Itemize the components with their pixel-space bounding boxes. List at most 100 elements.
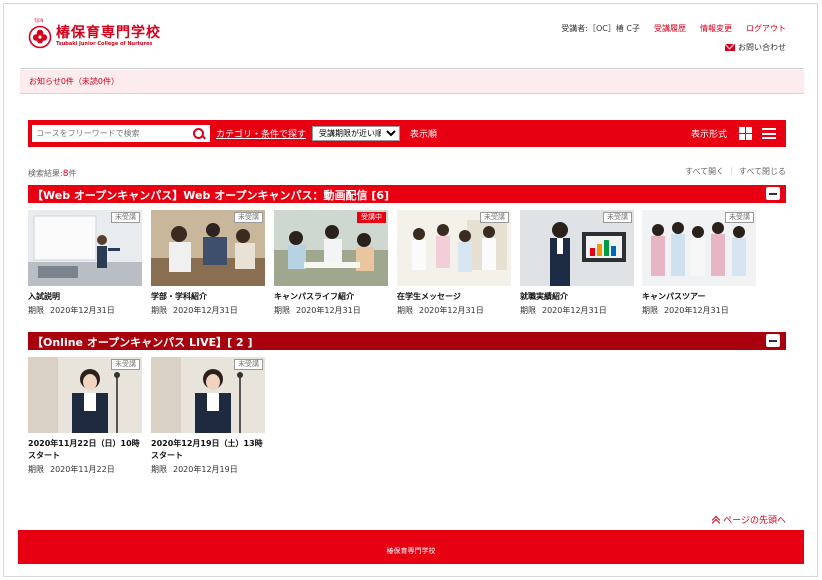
footer: 椿保育専門学校 bbox=[18, 530, 804, 564]
course-thumbnail[interactable]: 未受講 bbox=[28, 357, 142, 433]
course-thumbnail[interactable]: 未受講 bbox=[151, 357, 265, 433]
course-thumbnail[interactable]: 未受講 bbox=[397, 210, 511, 286]
user-label: 受講者:［OC］椿 C子 bbox=[561, 24, 640, 33]
course-card[interactable]: 未受講 2020年11月22日（日）10時スタート 期限 2020年11月22日 bbox=[28, 357, 142, 475]
due-label: 期限 bbox=[151, 306, 167, 315]
footer-text: 椿保育専門学校 bbox=[386, 547, 436, 555]
course-due: 期限 2020年12月31日 bbox=[28, 305, 142, 316]
contact-link[interactable]: お問い合わせ bbox=[725, 42, 786, 53]
course-title[interactable]: 入試説明 bbox=[28, 291, 142, 303]
course-card[interactable]: 未受講 入試説明 期限 2020年12月31日 bbox=[28, 210, 142, 316]
notice-bar[interactable]: お知らせ0件（未読0件） bbox=[20, 70, 804, 94]
logo-name-jp: 椿保育専門学校 bbox=[56, 25, 161, 41]
double-chevron-up-icon bbox=[712, 516, 720, 524]
course-due: 期限 2020年12月31日 bbox=[397, 305, 511, 316]
collapse-icon[interactable] bbox=[766, 187, 780, 200]
course-thumbnail[interactable]: 未受講 bbox=[151, 210, 265, 286]
mail-icon bbox=[725, 44, 735, 51]
status-badge: 未受講 bbox=[480, 212, 509, 223]
status-badge: 未受講 bbox=[111, 212, 140, 223]
status-badge: 未受講 bbox=[234, 359, 263, 370]
results-prefix: 検索結果: bbox=[28, 169, 63, 178]
due-date: 2020年12月31日 bbox=[664, 306, 729, 315]
category-search-link[interactable]: カテゴリ・条件で探す bbox=[216, 127, 306, 140]
course-thumbnail[interactable]: 未受講 bbox=[642, 210, 756, 286]
view-mode-label: 表示形式 bbox=[690, 130, 727, 140]
course-card[interactable]: 未受講 就職実績紹介 期限 2020年12月31日 bbox=[520, 210, 634, 316]
due-label: 期限 bbox=[397, 306, 413, 315]
due-date: 2020年11月22日 bbox=[50, 465, 115, 474]
search-box bbox=[32, 125, 210, 142]
collapse-all-link[interactable]: すべて閉じる bbox=[739, 166, 786, 177]
due-label: 期限 bbox=[274, 306, 290, 315]
list-view-icon[interactable] bbox=[762, 128, 776, 139]
due-date: 2020年12月31日 bbox=[173, 306, 238, 315]
header-divider bbox=[20, 68, 804, 69]
contact-label: お問い合わせ bbox=[738, 43, 786, 52]
search-input[interactable] bbox=[36, 129, 192, 138]
status-badge: 未受講 bbox=[725, 212, 754, 223]
category-title: 【Web オープンキャンパス】Web オープンキャンパス：動画配信 [6] bbox=[32, 189, 390, 202]
collapse-icon[interactable] bbox=[766, 334, 780, 347]
header: TJCN 椿保育専門学校 Tsubaki Junior College of N… bbox=[20, 15, 786, 67]
status-badge: 未受講 bbox=[111, 359, 140, 370]
category-header[interactable]: 【Web オープンキャンパス】Web オープンキャンパス：動画配信 [6] bbox=[28, 185, 786, 203]
course-due: 期限 2020年12月19日 bbox=[151, 464, 265, 475]
due-date: 2020年12月31日 bbox=[419, 306, 484, 315]
course-title[interactable]: キャンパスライフ紹介 bbox=[274, 291, 388, 303]
results-suffix: 件 bbox=[68, 169, 77, 178]
due-label: 期限 bbox=[520, 306, 536, 315]
due-date: 2020年12月31日 bbox=[50, 306, 115, 315]
course-title[interactable]: 就職実績紹介 bbox=[520, 291, 634, 303]
due-label: 期限 bbox=[642, 306, 658, 315]
course-title[interactable]: キャンパスツアー bbox=[642, 291, 756, 303]
search-bar: カテゴリ・条件で探す 受講期限が近い順 表示順 表示形式 bbox=[28, 120, 786, 147]
school-logo[interactable]: TJCN 椿保育専門学校 Tsubaki Junior College of N… bbox=[28, 18, 161, 49]
course-thumbnail[interactable]: 未受講 bbox=[520, 210, 634, 286]
course-due: 期限 2020年12月31日 bbox=[642, 305, 756, 316]
due-date: 2020年12月31日 bbox=[542, 306, 607, 315]
sort-select[interactable]: 受講期限が近い順 bbox=[312, 126, 401, 141]
profile-edit-link[interactable]: 情報変更 bbox=[700, 23, 732, 34]
expand-all-link[interactable]: すべて開く bbox=[685, 166, 724, 177]
course-thumbnail[interactable]: 未受講 bbox=[28, 210, 142, 286]
search-results-count: 検索結果:8件 bbox=[28, 168, 76, 179]
expand-controls: すべて開く | すべて閉じる bbox=[685, 166, 786, 177]
category-header[interactable]: 【Online オープンキャンパス LIVE】[ 2 ] bbox=[28, 332, 786, 350]
user-nav: 受講者:［OC］椿 C子 受講履歴 情報変更 ログアウト bbox=[561, 23, 786, 34]
course-due: 期限 2020年11月22日 bbox=[28, 464, 142, 475]
logo-tiny-text: TJCN bbox=[34, 18, 44, 23]
due-label: 期限 bbox=[151, 465, 167, 474]
page-top-link[interactable]: ページの先頭へ bbox=[712, 513, 786, 526]
status-badge: 未受講 bbox=[603, 212, 632, 223]
course-card[interactable]: 未受講 学部・学科紹介 期限 2020年12月31日 bbox=[151, 210, 265, 316]
logout-link[interactable]: ログアウト bbox=[746, 23, 786, 34]
course-card[interactable]: 未受講 キャンパスツアー 期限 2020年12月31日 bbox=[642, 210, 756, 316]
course-title[interactable]: 2020年12月19日（土）13時スタート bbox=[151, 438, 265, 462]
course-card[interactable]: 未受講 在学生メッセージ 期限 2020年12月31日 bbox=[397, 210, 511, 316]
course-due: 期限 2020年12月31日 bbox=[151, 305, 265, 316]
course-due: 期限 2020年12月31日 bbox=[274, 305, 388, 316]
status-badge: 受講中 bbox=[357, 212, 386, 223]
history-link[interactable]: 受講履歴 bbox=[654, 23, 686, 34]
category-title: 【Online オープンキャンパス LIVE】[ 2 ] bbox=[32, 336, 253, 349]
course-thumbnail[interactable]: 受講中 bbox=[274, 210, 388, 286]
course-title[interactable]: 在学生メッセージ bbox=[397, 291, 511, 303]
course-card[interactable]: 受講中 キャンパスライフ紹介 期限 2020年12月31日 bbox=[274, 210, 388, 316]
logo-name-en: Tsubaki Junior College of Nurtures bbox=[56, 41, 153, 47]
due-date: 2020年12月19日 bbox=[173, 465, 238, 474]
due-label: 期限 bbox=[28, 465, 44, 474]
camellia-logo-icon bbox=[28, 25, 52, 49]
course-due: 期限 2020年12月31日 bbox=[520, 305, 634, 316]
course-title[interactable]: 2020年11月22日（日）10時スタート bbox=[28, 438, 142, 462]
status-badge: 未受講 bbox=[234, 212, 263, 223]
due-label: 期限 bbox=[28, 306, 44, 315]
course-card[interactable]: 未受講 2020年12月19日（土）13時スタート 期限 2020年12月19日 bbox=[151, 357, 265, 475]
course-title[interactable]: 学部・学科紹介 bbox=[151, 291, 265, 303]
sort-label: 表示順 bbox=[410, 130, 438, 140]
page-top-label: ページの先頭へ bbox=[723, 516, 786, 526]
grid-view-icon[interactable] bbox=[739, 127, 752, 140]
expand-separator: | bbox=[730, 166, 733, 175]
due-date: 2020年12月31日 bbox=[296, 306, 361, 315]
search-icon[interactable] bbox=[192, 127, 206, 141]
